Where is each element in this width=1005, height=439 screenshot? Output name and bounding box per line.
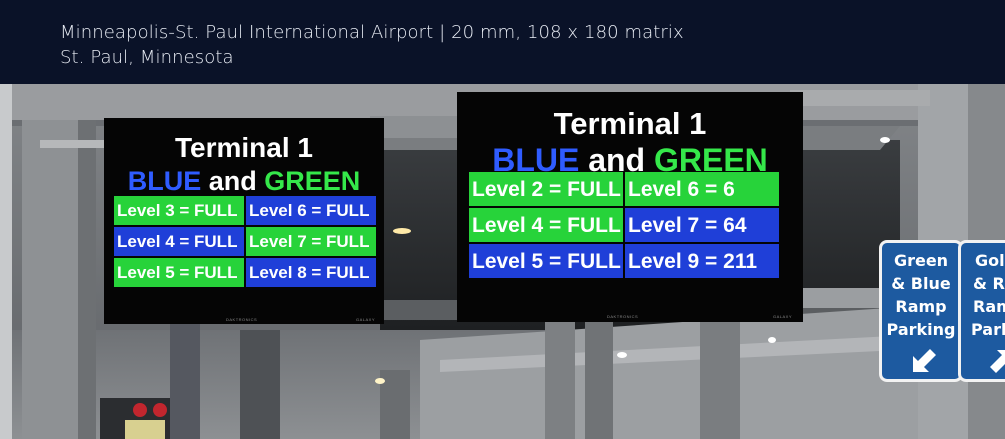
subtitle-blue: BLUE (127, 166, 202, 196)
guide-sign-line: Ram (973, 297, 1005, 316)
guide-sign-gold-ramp: Gol & R Ram Park (958, 240, 1005, 382)
sign-title: Terminal 1 (553, 106, 707, 141)
sign-subtitle: BLUE and GREEN (104, 166, 384, 197)
subtitle-green: GREEN (264, 166, 361, 196)
manufacturer-label: DAKTRONICS (607, 314, 639, 319)
manufacturer-label: GALAXY (773, 314, 793, 319)
guide-sign-line: & R (973, 274, 1005, 293)
level-cell: Level 7 = 64 (625, 208, 779, 242)
caption-location: Minneapolis-St. Paul International Airpo… (60, 22, 684, 43)
level-cell: Level 8 = FULL (246, 258, 376, 287)
led-sign-left: Terminal 1 BLUE and GREEN Level 3 = FULL… (104, 118, 384, 324)
level-cell: Level 9 = 211 (625, 244, 779, 278)
guide-sign-line: Ramp (895, 297, 947, 316)
guide-sign-line: Parking (886, 320, 956, 339)
level-cell: Level 7 = FULL (246, 227, 376, 256)
guide-sign-green-blue-ramp: Green & Blue Ramp Parking (879, 240, 963, 382)
photo-scene: Minneapolis-St. Paul International Airpo… (0, 0, 1005, 439)
arrow-up-right-icon (990, 350, 1005, 373)
guide-sign-line: Green (893, 251, 949, 270)
guide-sign-line: & Blue (891, 274, 951, 293)
level-cell: Level 5 = FULL (114, 258, 244, 287)
guide-sign-line: Gol (975, 251, 1005, 270)
level-cell: Level 4 = FULL (469, 208, 623, 242)
level-cell: Level 5 = FULL (469, 244, 623, 278)
guide-sign-line: Park (971, 320, 1005, 339)
level-cell: Level 6 = FULL (246, 196, 376, 225)
subtitle-and: and (208, 166, 257, 196)
manufacturer-label: DAKTRONICS (226, 317, 258, 322)
led-sign-right: Terminal 1 BLUE and GREEN Level 2 = FULL… (457, 92, 803, 322)
arrow-down-left-icon (913, 349, 936, 372)
caption-city: St. Paul, Minnesota (60, 47, 234, 68)
level-cell: Level 3 = FULL (114, 196, 244, 225)
caption-bar: Minneapolis-St. Paul International Airpo… (0, 0, 1005, 84)
level-cell: Level 6 = 6 (625, 172, 779, 206)
sign-title: Terminal 1 (175, 132, 313, 163)
level-cell: Level 4 = FULL (114, 227, 244, 256)
level-cell: Level 2 = FULL (469, 172, 623, 206)
manufacturer-label: GALAXY (356, 317, 376, 322)
